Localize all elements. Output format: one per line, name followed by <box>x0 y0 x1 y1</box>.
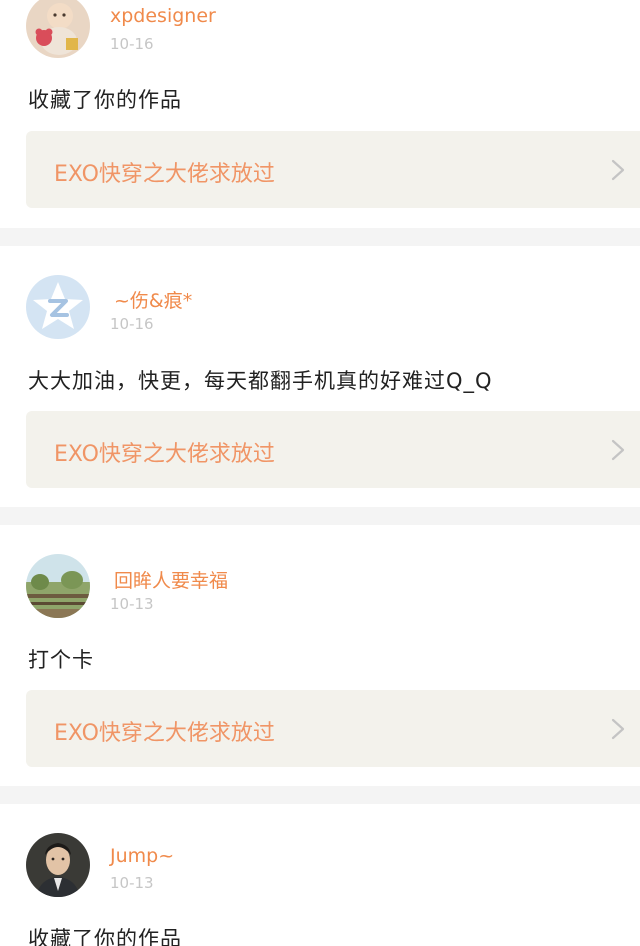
comment-date: 10-16 <box>110 315 154 333</box>
comment-text: 打个卡 <box>28 648 94 672</box>
work-card[interactable]: EXO快穿之大佬求放过 <box>26 131 640 208</box>
chevron-right-icon <box>608 159 628 181</box>
user-avatar[interactable] <box>26 554 90 618</box>
feed-item: xpdesigner 10-16 收藏了你的作品 EXO快穿之大佬求放过 <box>0 0 640 228</box>
username[interactable]: Jump~ <box>110 845 174 867</box>
work-card[interactable]: EXO快穿之大佬求放过 <box>26 411 640 488</box>
feed-item: Jump~ 10-13 收藏了你的作品 <box>0 804 640 946</box>
default-qq-avatar-icon <box>26 275 90 339</box>
work-title: EXO快穿之大佬求放过 <box>54 442 275 467</box>
baby-photo-avatar-icon <box>26 0 90 58</box>
feed-divider <box>0 228 640 246</box>
work-title: EXO快穿之大佬求放过 <box>54 721 275 746</box>
user-avatar[interactable] <box>26 0 90 58</box>
comment-date: 10-13 <box>110 874 154 892</box>
work-card[interactable]: EXO快穿之大佬求放过 <box>26 690 640 767</box>
comment-text: 大大加油，快更，每天都翻手机真的好难过Q_Q <box>28 369 493 393</box>
chevron-right-icon <box>608 439 628 461</box>
user-avatar[interactable] <box>26 275 90 339</box>
comment-date: 10-16 <box>110 35 154 53</box>
user-avatar[interactable] <box>26 833 90 897</box>
comment-feed: xpdesigner 10-16 收藏了你的作品 EXO快穿之大佬求放过 ~伤&… <box>0 0 640 946</box>
portrait-photo-avatar-icon <box>26 833 90 897</box>
landscape-photo-avatar-icon <box>26 554 90 618</box>
username[interactable]: 回眸人要幸福 <box>114 566 228 593</box>
feed-divider <box>0 507 640 525</box>
comment-text: 收藏了你的作品 <box>28 88 182 112</box>
comment-date: 10-13 <box>110 595 154 613</box>
feed-divider <box>0 786 640 804</box>
username[interactable]: xpdesigner <box>110 5 216 27</box>
work-title: EXO快穿之大佬求放过 <box>54 162 275 187</box>
username[interactable]: ~伤&痕* <box>114 286 192 313</box>
comment-text: 收藏了你的作品 <box>28 927 182 946</box>
feed-item: 回眸人要幸福 10-13 打个卡 EXO快穿之大佬求放过 <box>0 525 640 786</box>
chevron-right-icon <box>608 718 628 740</box>
feed-item: ~伤&痕* 10-16 大大加油，快更，每天都翻手机真的好难过Q_Q EXO快穿… <box>0 246 640 507</box>
